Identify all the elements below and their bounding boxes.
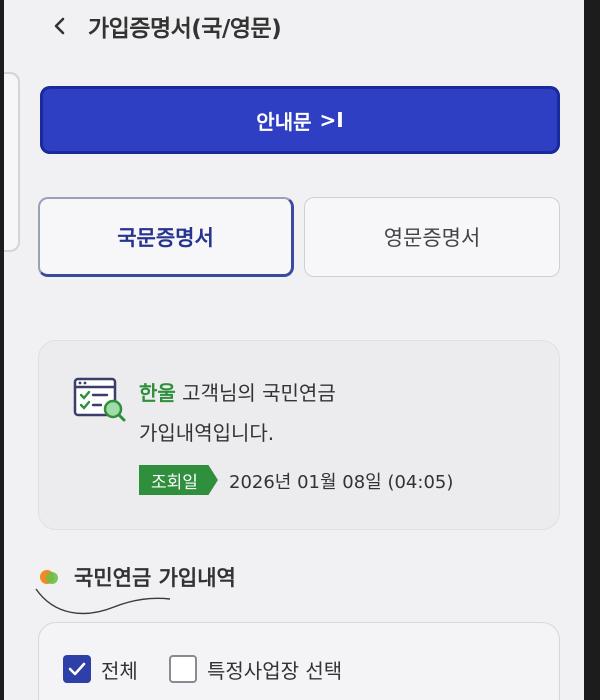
subscription-info-card: 한울 고객님의 국민연금 가입내역입니다. 조회일 2026년 01월 08일 … bbox=[38, 340, 560, 530]
specific-workplace-checkbox[interactable] bbox=[169, 655, 197, 683]
guide-button-label: 안내문 bbox=[256, 109, 312, 134]
greeting-suffix: 고객님의 국민연금 bbox=[175, 381, 336, 405]
select-all-checkbox[interactable] bbox=[63, 655, 91, 683]
side-drawer-edge[interactable] bbox=[4, 72, 20, 252]
chevron-left-icon bbox=[54, 17, 65, 35]
guide-button-arrow: >I bbox=[319, 108, 344, 132]
select-all-label[interactable]: 전체 bbox=[101, 655, 138, 684]
tab-english-certificate[interactable]: 영문증명서 bbox=[304, 197, 560, 277]
guide-button[interactable]: 안내문 >I bbox=[40, 86, 560, 154]
customer-name: 한울 bbox=[139, 381, 176, 405]
tab-domestic-certificate[interactable]: 국문증명서 bbox=[38, 197, 294, 277]
check-icon bbox=[68, 662, 86, 676]
page-header: 가입증명서(국/영문) bbox=[4, 0, 584, 56]
document-search-icon bbox=[73, 377, 126, 422]
page-title: 가입증명서(국/영문) bbox=[88, 16, 282, 42]
specific-workplace-label[interactable]: 특정사업장 선택 bbox=[207, 655, 342, 684]
back-button[interactable] bbox=[44, 10, 76, 42]
inquiry-date-badge: 조회일 bbox=[139, 465, 218, 495]
pen-scribble-mark bbox=[35, 588, 171, 615]
greeting-line: 한울 고객님의 국민연금 bbox=[139, 377, 336, 406]
filter-card: 전체 특정사업장 선택 bbox=[38, 622, 560, 700]
app-screen: 가입증명서(국/영문) 안내문 >I 국문증명서 영문증명서 한울 고객님의 국… bbox=[4, 0, 584, 700]
inquiry-date: 2026년 01월 08일 (04:05) bbox=[229, 472, 454, 493]
greeting-line-2: 가입내역입니다. bbox=[139, 421, 275, 445]
